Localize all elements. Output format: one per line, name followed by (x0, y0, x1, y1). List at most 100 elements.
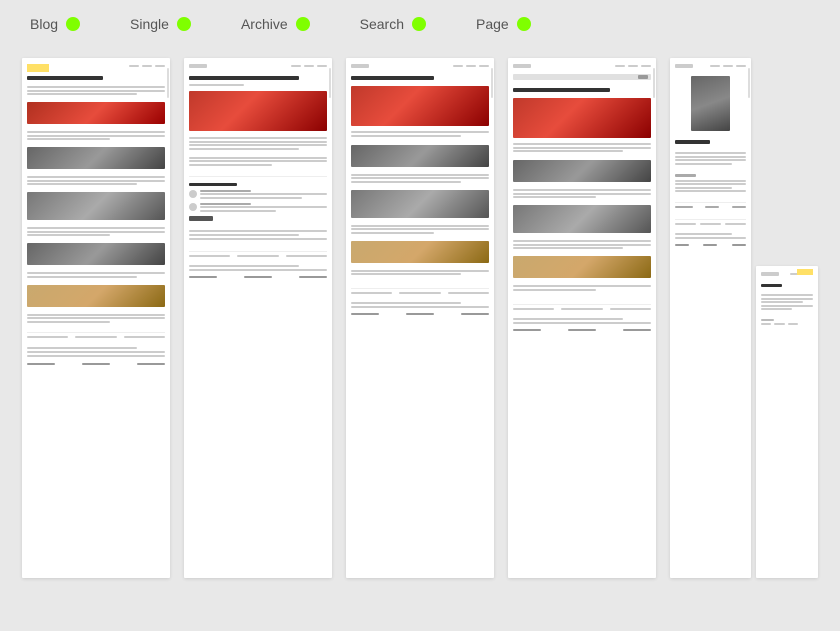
page-footer-text (675, 233, 746, 246)
tab-page[interactable]: Page (476, 16, 531, 32)
search-results-title (513, 88, 610, 92)
single-footer-text (189, 265, 327, 278)
blog-image-1 (27, 102, 165, 124)
single-comments (189, 176, 327, 221)
archive-hero-red (351, 86, 489, 126)
archive-scrollbar[interactable] (491, 68, 493, 98)
search-hero-red (513, 98, 651, 138)
archive-footer (351, 288, 489, 294)
page-about-mini (756, 266, 818, 333)
search-image-4 (513, 256, 651, 278)
page-about-body (761, 294, 813, 310)
page-preview-secondary (756, 266, 818, 578)
comment-2 (189, 203, 327, 212)
blog-scrollbar[interactable] (167, 68, 169, 98)
search-footer-text (513, 318, 651, 331)
tab-page-label: Page (476, 16, 509, 32)
archive-nav-1 (453, 65, 463, 67)
search-hero-image (513, 98, 651, 138)
blog-footer (27, 332, 165, 338)
archive-image-3 (351, 190, 489, 218)
single-related (189, 230, 327, 240)
page-nav-1 (710, 65, 720, 67)
blog-text-3 (27, 176, 165, 185)
search-mini-page (508, 58, 656, 339)
single-text-2 (189, 157, 327, 166)
archive-nav-2 (466, 65, 476, 67)
page-preview-group (670, 58, 818, 578)
archive-preview-main (346, 58, 494, 578)
tab-archive-dot (296, 17, 310, 31)
single-submit-btn[interactable] (189, 216, 213, 221)
page-mini-page (670, 58, 751, 254)
blog-mini-page (22, 58, 170, 373)
archive-mini-logo (351, 64, 369, 68)
tab-single-dot (177, 17, 191, 31)
blog-image-3 (27, 192, 165, 220)
search-scrollbar[interactable] (653, 68, 655, 98)
single-mini-header (189, 64, 327, 68)
blog-post-title (27, 76, 103, 80)
single-hero-red (189, 91, 327, 131)
tab-blog-label: Blog (30, 16, 58, 32)
search-preview-main (508, 58, 656, 578)
blog-image-2 (27, 147, 165, 169)
comment-avatar-2 (189, 203, 197, 211)
archive-footer-text (351, 302, 489, 315)
archive-text-2 (351, 174, 489, 183)
tab-search[interactable]: Search (360, 16, 426, 32)
archive-mini-nav (453, 65, 489, 67)
search-text-2 (513, 189, 651, 198)
page-mini-header (675, 64, 746, 68)
page-about-text (675, 180, 746, 193)
tab-archive[interactable]: Archive (241, 16, 310, 32)
archive-hero-image (351, 86, 489, 126)
single-nav-1 (291, 65, 301, 67)
archive-text-4 (351, 270, 489, 276)
page-links (675, 202, 746, 208)
single-nav-2 (304, 65, 314, 67)
tab-search-dot (412, 17, 426, 31)
blog-sticky-note (27, 64, 49, 72)
single-preview-main (184, 58, 332, 578)
search-nav-2 (628, 65, 638, 67)
archive-text-1 (351, 131, 489, 137)
page-yellow-highlight (797, 269, 813, 275)
blog-text-1 (27, 86, 165, 95)
single-scrollbar[interactable] (329, 68, 331, 98)
archive-category-title (351, 76, 434, 80)
page-preview-main (670, 58, 751, 578)
page-scrollbar[interactable] (748, 68, 750, 98)
page-mini-nav (710, 65, 746, 67)
page-about-logo (761, 272, 779, 276)
search-text-1 (513, 143, 651, 152)
single-column (184, 58, 332, 578)
single-post-title (189, 76, 299, 80)
single-mini-nav (291, 65, 327, 67)
blog-text-4 (27, 227, 165, 236)
archive-mini-page (346, 58, 494, 323)
archive-text-3 (351, 225, 489, 234)
tab-blog[interactable]: Blog (30, 16, 80, 32)
page-column (670, 58, 818, 578)
page-about-section (675, 174, 746, 195)
tab-single[interactable]: Single (130, 16, 191, 32)
archive-image-2 (351, 145, 489, 167)
tab-search-label: Search (360, 16, 404, 32)
blog-nav-3 (155, 65, 165, 67)
tab-single-label: Single (130, 16, 169, 32)
blog-preview-main (22, 58, 170, 578)
search-nav-3 (641, 65, 651, 67)
search-mini-logo (513, 64, 531, 68)
single-mini-page (184, 58, 332, 286)
page-nav-3 (736, 65, 746, 67)
tab-page-dot (517, 17, 531, 31)
search-image-2 (513, 160, 651, 182)
search-text-3 (513, 240, 651, 249)
search-input-bar[interactable] (513, 74, 651, 80)
blog-text-6 (27, 314, 165, 323)
archive-nav-3 (479, 65, 489, 67)
search-text-4 (513, 285, 651, 291)
blog-text-5 (27, 272, 165, 278)
comment-1 (189, 190, 327, 199)
